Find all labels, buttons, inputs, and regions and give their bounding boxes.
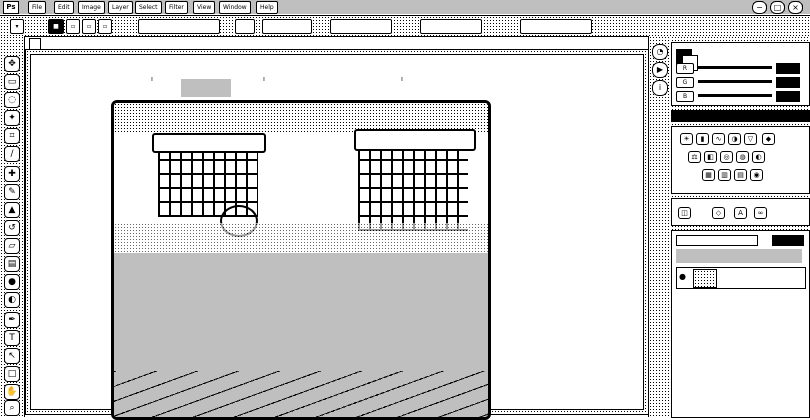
eyedropper-icon[interactable]: ∕ <box>4 146 20 162</box>
vector-mask-icon[interactable]: ◇ <box>712 207 725 219</box>
eraser-icon[interactable]: ▱ <box>4 238 20 254</box>
history-brush-icon[interactable]: ↺ <box>4 220 20 236</box>
shape-icon[interactable]: □ <box>4 366 20 382</box>
healing-icon[interactable]: ✚ <box>4 166 20 182</box>
balcony-roof <box>354 129 476 151</box>
text-mask-icon[interactable]: A <box>734 207 747 219</box>
new-selection-icon[interactable]: ■ <box>48 19 64 34</box>
menu-help[interactable]: Help <box>256 1 278 14</box>
curves-icon[interactable]: ∿ <box>712 133 725 145</box>
app-logo: Ps <box>3 1 19 14</box>
layer-thumbnail <box>693 269 717 288</box>
balcony-lattice <box>358 149 468 231</box>
tool-preset-icon[interactable]: ▾ <box>10 19 24 34</box>
hand-icon[interactable]: ✋ <box>4 384 20 400</box>
ground-texture <box>114 371 488 417</box>
layer-row[interactable]: ● <box>676 267 806 289</box>
height-field[interactable] <box>420 19 482 34</box>
masks-panel: ◫ ◇ A ∞ <box>671 198 810 226</box>
info-icon[interactable]: i <box>652 80 668 96</box>
type-icon[interactable]: T <box>4 330 20 346</box>
lasso-icon[interactable]: ◌ <box>4 92 20 108</box>
guide-marker: ı <box>151 75 153 83</box>
tools-panel: ✥ ▭ ◌ ✦ ⌗ ∕ ✚ ✎ ▲ ↺ ▱ ▤ ● ◐ ✒ T ↖ □ ✋ ⌕ <box>0 36 25 417</box>
feather-field[interactable] <box>138 19 220 34</box>
menu-layer[interactable]: Layer <box>108 1 133 14</box>
stamp-icon[interactable]: ▲ <box>4 202 20 218</box>
layers-panel: ● <box>671 230 810 418</box>
spectrum-bar[interactable] <box>671 110 810 122</box>
watermark-logo <box>181 79 231 97</box>
move-icon[interactable]: ✥ <box>4 56 20 72</box>
eye-icon[interactable]: ● <box>679 272 686 281</box>
document-tab-row <box>25 37 645 50</box>
actions-icon[interactable]: ▶ <box>652 62 668 78</box>
menu-bar: Ps File Edit Image Layer Select Filter V… <box>0 0 810 14</box>
magic-wand-icon[interactable]: ✦ <box>4 110 20 126</box>
brightness-icon[interactable]: ☀ <box>680 133 693 145</box>
menu-edit[interactable]: Edit <box>54 1 74 14</box>
photo-filter-icon[interactable]: ◎ <box>720 151 733 163</box>
balcony-roof <box>152 133 266 153</box>
invert-icon[interactable]: ◐ <box>752 151 765 163</box>
vibrance-icon[interactable]: ▽ <box>744 133 757 145</box>
blur-icon[interactable]: ● <box>4 274 20 290</box>
menu-image[interactable]: Image <box>78 1 105 14</box>
options-bar: ▾ ■ ▫ ▫ ▫ <box>0 15 810 37</box>
path-select-icon[interactable]: ↖ <box>4 348 20 364</box>
menu-view[interactable]: View <box>193 1 216 14</box>
blue-slider[interactable]: B <box>676 91 804 102</box>
antialias-toggle[interactable] <box>235 19 255 34</box>
document-canvas[interactable]: ı ı ı <box>30 54 644 420</box>
photo-image <box>111 100 491 420</box>
right-panels: R G B ☀ ▮ ∿ ◑ ▽ ◆ ⚖ ◧ ◎ ◍ ◐ ▦ ▥ ▤ ◉ ◫ ◇ … <box>671 36 810 418</box>
pen-icon[interactable]: ✒ <box>4 312 20 328</box>
minimize-button[interactable]: − <box>752 1 767 14</box>
blend-mode-select[interactable] <box>676 235 758 246</box>
subtract-selection-icon[interactable]: ▫ <box>82 19 96 34</box>
adjustments-panel: ☀ ▮ ∿ ◑ ▽ ◆ ⚖ ◧ ◎ ◍ ◐ ▦ ▥ ▤ ◉ <box>671 126 810 194</box>
color-panel: R G B <box>671 42 810 106</box>
opacity-field[interactable] <box>772 235 804 246</box>
threshold-icon[interactable]: ▥ <box>718 169 731 181</box>
add-selection-icon[interactable]: ▫ <box>66 19 80 34</box>
lock-row <box>676 249 802 263</box>
levels-icon[interactable]: ▮ <box>696 133 709 145</box>
dodge-icon[interactable]: ◐ <box>4 292 20 308</box>
gradient-map-icon[interactable]: ▤ <box>734 169 747 181</box>
maximize-button[interactable]: □ <box>770 1 785 14</box>
selective-color-icon[interactable]: ◉ <box>750 169 763 181</box>
menu-select[interactable]: Select <box>135 1 162 14</box>
mask-icon[interactable]: ◫ <box>678 207 691 219</box>
refine-edge-button[interactable] <box>520 19 592 34</box>
style-select[interactable] <box>262 19 312 34</box>
menu-file[interactable]: File <box>28 1 47 14</box>
crop-icon[interactable]: ⌗ <box>4 128 20 144</box>
bw-icon[interactable]: ◧ <box>704 151 717 163</box>
exposure-icon[interactable]: ◑ <box>728 133 741 145</box>
menu-window[interactable]: Window <box>219 1 251 14</box>
zoom-icon[interactable]: ⌕ <box>4 400 20 416</box>
width-field[interactable] <box>330 19 392 34</box>
hue-icon[interactable]: ◆ <box>762 133 775 145</box>
brush-icon[interactable]: ✎ <box>4 184 20 200</box>
guide-marker: ı <box>263 75 265 83</box>
mixer-icon[interactable]: ◍ <box>736 151 749 163</box>
marquee-icon[interactable]: ▭ <box>4 74 20 90</box>
history-icon[interactable]: ◔ <box>652 44 668 60</box>
gradient-icon[interactable]: ▤ <box>4 256 20 272</box>
balance-icon[interactable]: ⚖ <box>688 151 701 163</box>
intersect-selection-icon[interactable]: ▫ <box>98 19 112 34</box>
green-slider[interactable]: G <box>676 77 804 88</box>
red-slider[interactable]: R <box>676 63 804 74</box>
canvas-area: ı ı ı <box>25 49 649 420</box>
panel-icon-strip: ◔ ▶ i <box>648 36 672 417</box>
guide-marker: ı <box>401 75 403 83</box>
menu-filter[interactable]: Filter <box>165 1 188 14</box>
link-icon[interactable]: ∞ <box>754 207 767 219</box>
close-button[interactable]: × <box>788 1 803 14</box>
posterize-icon[interactable]: ▦ <box>702 169 715 181</box>
